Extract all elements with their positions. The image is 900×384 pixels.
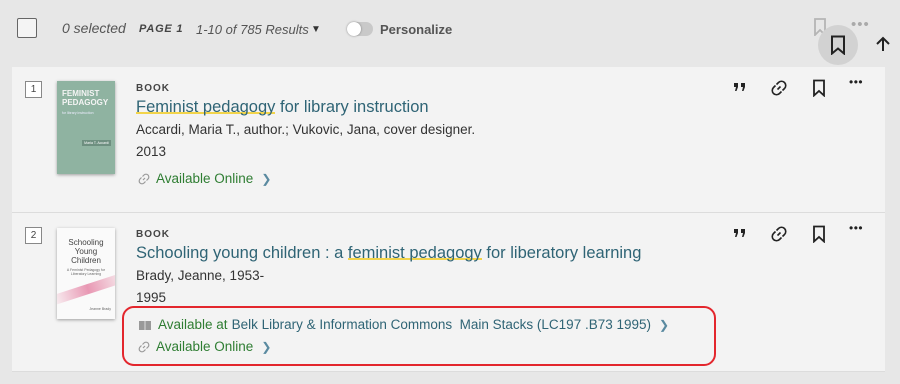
record-author: Brady, Jeanne, 1953-	[136, 268, 265, 283]
selected-count: 0 selected	[62, 20, 126, 36]
divider	[12, 371, 885, 372]
select-all-checkbox[interactable]	[17, 18, 37, 38]
more-icon[interactable]: •••	[849, 221, 863, 235]
book-cover[interactable]: Schooling Young Children A Feminist Peda…	[57, 228, 115, 319]
cover-author: Maria T. Accardi	[82, 140, 111, 146]
cover-subtitle: for library instruction	[62, 111, 94, 115]
quote-icon[interactable]	[732, 79, 748, 95]
bookmark-icon[interactable]	[812, 225, 826, 243]
personalize-toggle[interactable]	[347, 22, 373, 36]
record-author: Accardi, Maria T., author.; Vukovic, Jan…	[136, 122, 476, 137]
saved-items-button[interactable]	[818, 25, 858, 65]
cover-subtitle: A Feminist Pedagogy for Liberatory Learn…	[66, 268, 106, 276]
quote-icon[interactable]	[732, 225, 748, 241]
record-date: 1995	[136, 290, 167, 305]
more-icon[interactable]: •••	[849, 75, 863, 89]
personalize-label: Personalize	[380, 22, 453, 37]
record-title[interactable]: Feminist pedagogy for library instructio…	[136, 98, 429, 117]
link-icon	[138, 173, 150, 185]
record-title[interactable]: Schooling young children : a feminist pe…	[136, 244, 641, 263]
title-part: for library instruction	[275, 98, 429, 116]
record-actions: •••	[732, 75, 872, 99]
link-icon[interactable]	[770, 225, 788, 243]
cover-title: FEMINIST PEDAGOGY	[62, 89, 109, 107]
caret-down-icon[interactable]: ▼	[311, 24, 321, 35]
record-date: 2013	[136, 144, 167, 159]
cover-decoration	[57, 273, 115, 305]
title-highlight: feminist pedagogy	[347, 244, 482, 262]
record-number: 2	[25, 227, 42, 244]
title-part: for liberatory learning	[481, 244, 642, 262]
availability-online[interactable]: Available Online ❯	[138, 171, 271, 186]
record-type: BOOK	[136, 229, 170, 240]
record-actions: •••	[732, 221, 872, 245]
link-icon[interactable]	[770, 79, 788, 97]
bookmark-icon[interactable]	[812, 79, 826, 97]
available-online-text: Available Online	[156, 171, 254, 186]
toggle-knob	[347, 22, 361, 36]
cover-author: Jeanne Brady	[89, 307, 111, 311]
cover-title: Schooling Young Children	[68, 238, 104, 265]
result-record: 1 FEMINIST PEDAGOGY for library instruct…	[12, 67, 885, 212]
arrow-up-icon[interactable]	[874, 35, 892, 53]
more-icon: •••	[851, 16, 870, 33]
bookmark-icon	[831, 35, 845, 55]
title-highlight: Feminist pedagogy	[136, 98, 276, 116]
record-type: BOOK	[136, 83, 170, 94]
book-cover[interactable]: FEMINIST PEDAGOGY for library instructio…	[57, 81, 115, 174]
title-part: Schooling young children : a	[136, 244, 348, 262]
record-number: 1	[25, 81, 42, 98]
page-label: PAGE 1	[139, 23, 184, 35]
results-toolbar: 0 selected PAGE 1 1-10 of 785 Results ▼ …	[0, 0, 900, 65]
annotation-highlight-box	[122, 306, 716, 366]
results-count[interactable]: 1-10 of 785 Results	[196, 22, 309, 37]
chevron-right-icon: ❯	[261, 171, 272, 186]
